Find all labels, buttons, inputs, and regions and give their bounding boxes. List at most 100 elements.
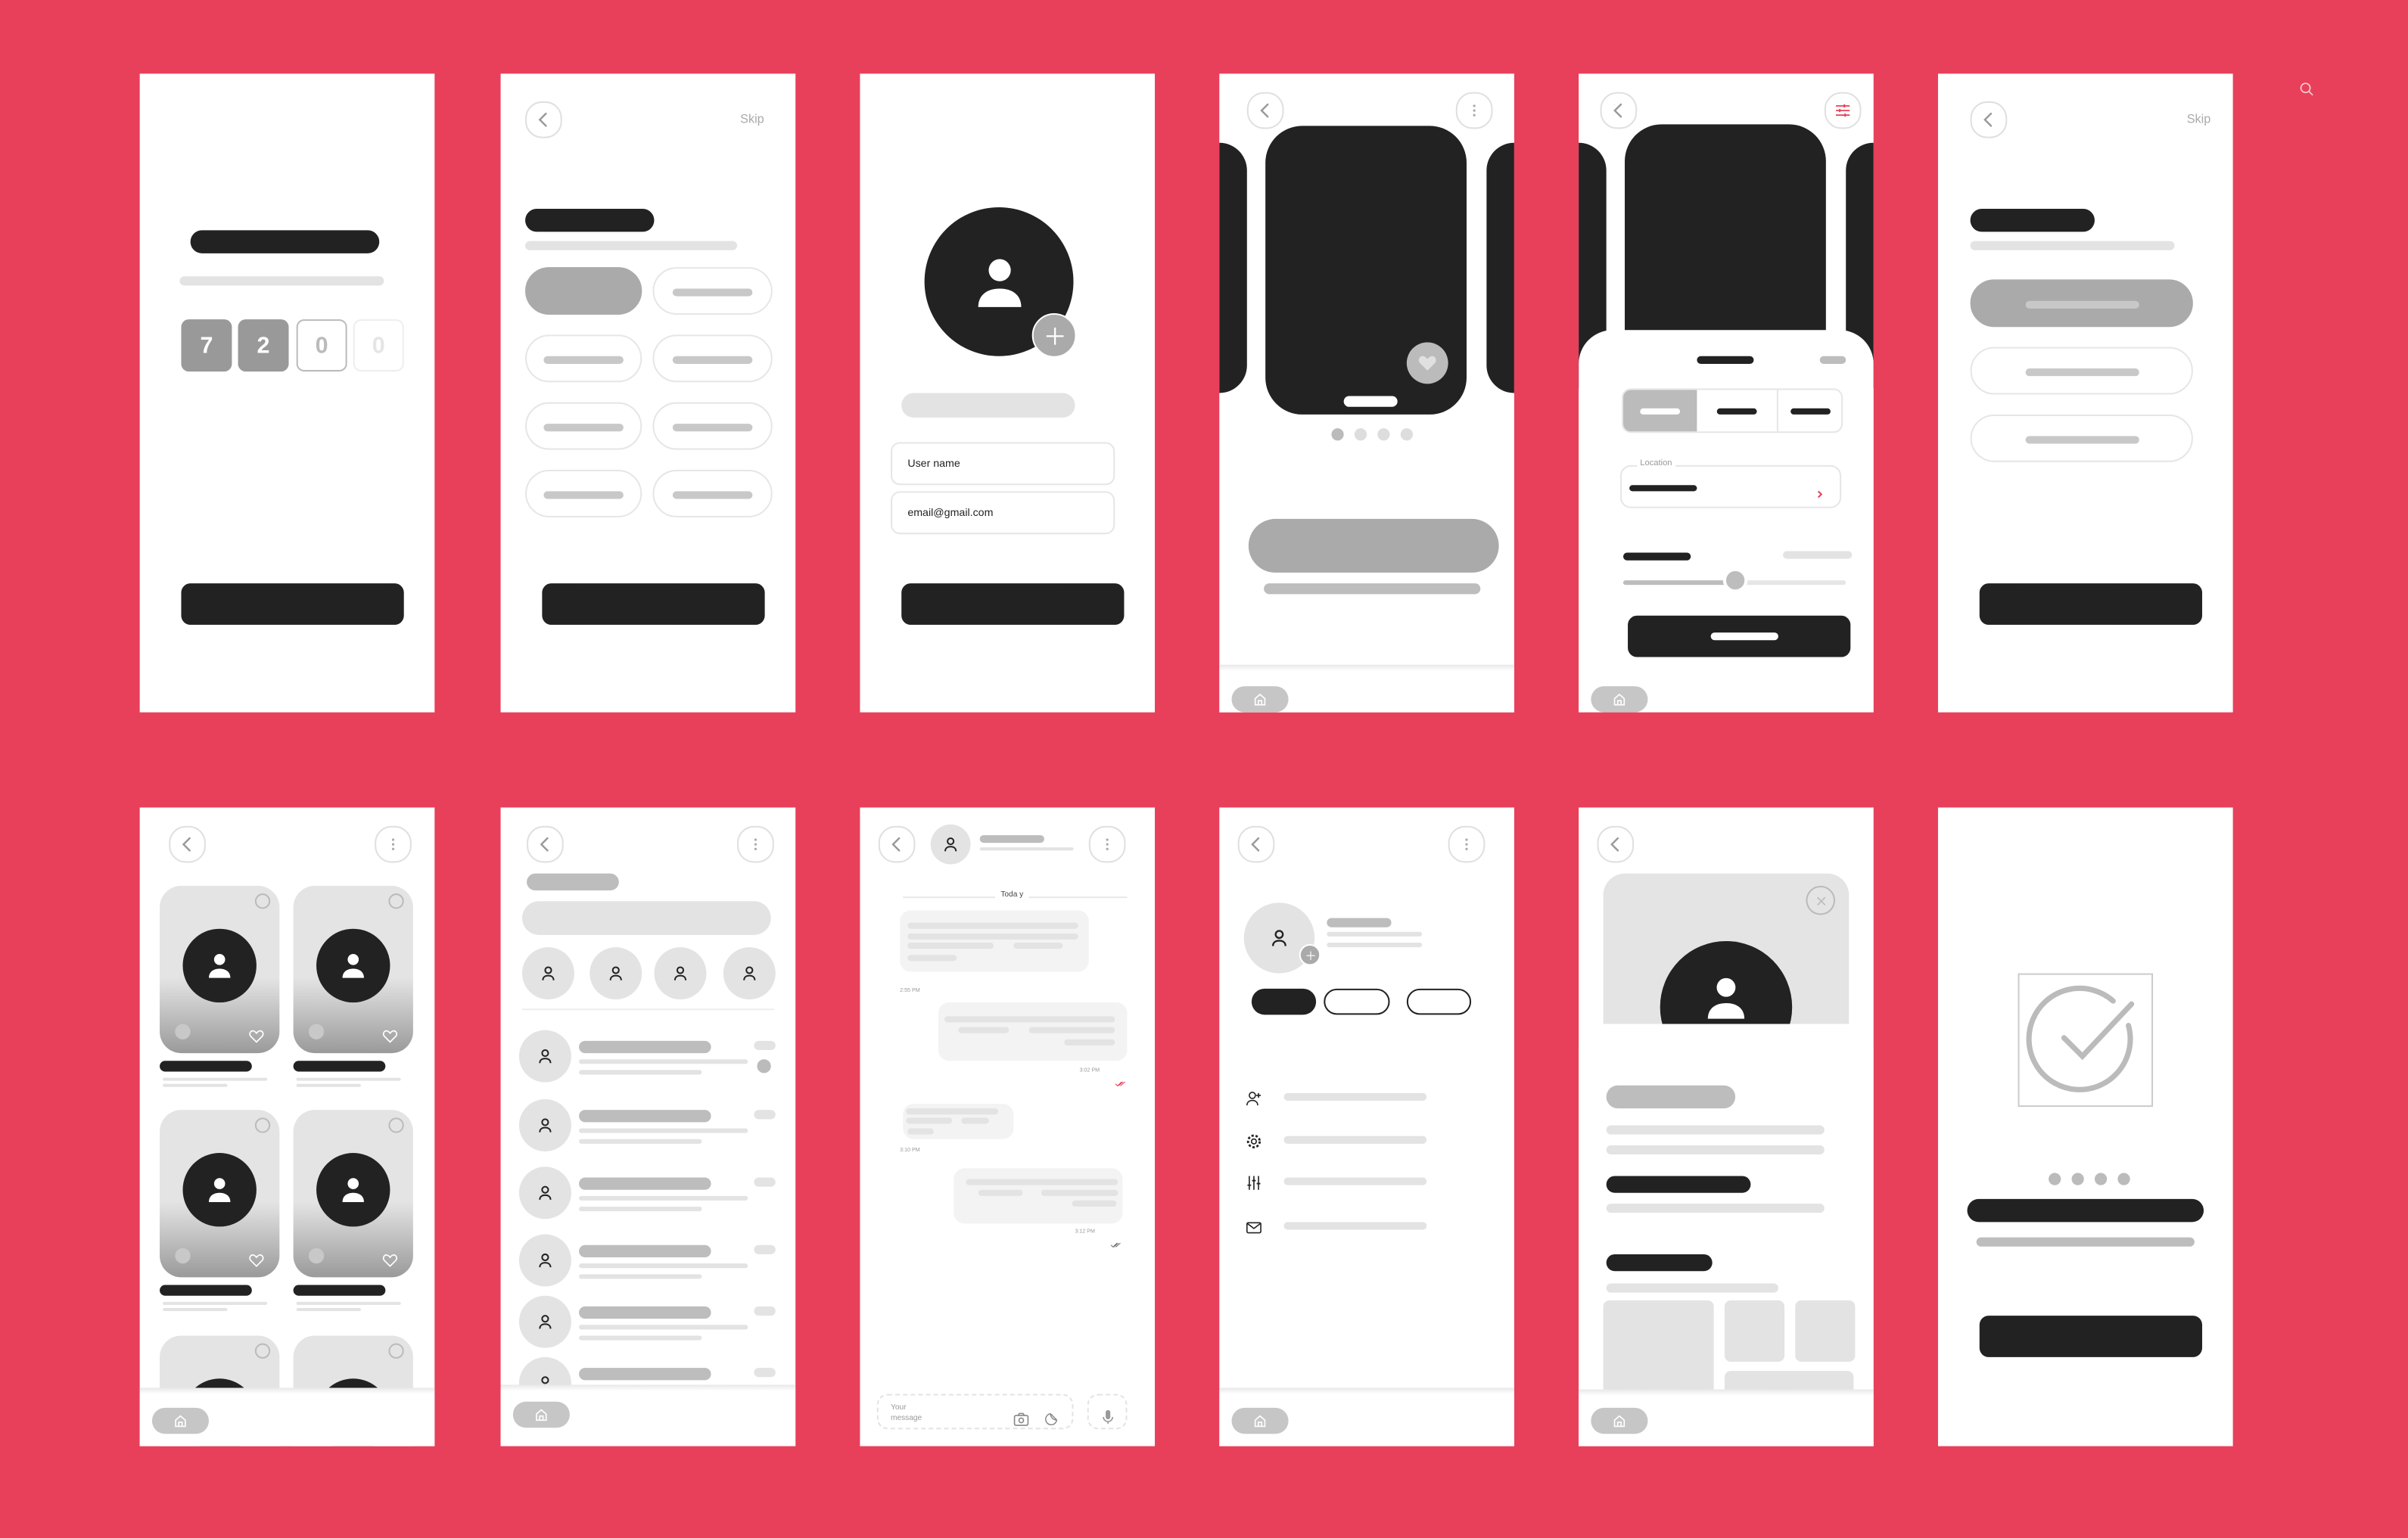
select-indicator[interactable] xyxy=(254,1117,271,1133)
story-avatar[interactable] xyxy=(654,947,707,1000)
tab-pill[interactable] xyxy=(1406,988,1472,1015)
segment-3[interactable] xyxy=(1778,390,1841,431)
search-icon[interactable] xyxy=(2299,76,2314,96)
interest-chip[interactable] xyxy=(525,402,642,450)
settings-item[interactable] xyxy=(1219,1216,1514,1234)
match-card[interactable] xyxy=(160,1110,280,1278)
email-field[interactable]: email@gmail.com xyxy=(890,491,1115,535)
more-button[interactable] xyxy=(1088,825,1126,863)
segment-1[interactable] xyxy=(1622,390,1697,432)
page-dot[interactable] xyxy=(2071,1173,2084,1185)
home-tab[interactable] xyxy=(1231,1407,1289,1434)
match-card[interactable] xyxy=(160,885,280,1054)
option[interactable] xyxy=(1970,414,2193,462)
page-dot[interactable] xyxy=(1400,428,1413,441)
back-button[interactable] xyxy=(1600,92,1638,129)
page-dot[interactable] xyxy=(1377,428,1390,441)
slider-thumb[interactable] xyxy=(1722,567,1747,593)
voice-button[interactable] xyxy=(1087,1394,1128,1430)
conversation-row[interactable] xyxy=(501,1234,796,1296)
search-input[interactable] xyxy=(521,901,771,935)
match-card[interactable] xyxy=(293,1110,413,1278)
conversation-row[interactable] xyxy=(501,1098,796,1160)
conversation-row[interactable] xyxy=(501,1167,796,1228)
select-indicator[interactable] xyxy=(388,1343,404,1359)
back-button[interactable] xyxy=(1237,825,1275,863)
close-button[interactable] xyxy=(1806,885,1836,915)
interest-chip[interactable] xyxy=(652,402,773,450)
camera-icon[interactable] xyxy=(1013,1406,1029,1426)
code-digit-2[interactable]: 2 xyxy=(238,319,289,372)
continue-button[interactable] xyxy=(901,583,1125,625)
heart-icon[interactable] xyxy=(249,1024,264,1043)
continue-button[interactable] xyxy=(542,583,765,625)
page-dot[interactable] xyxy=(2117,1173,2130,1185)
info-button[interactable] xyxy=(308,1024,325,1039)
select-indicator[interactable] xyxy=(254,1343,271,1359)
back-button[interactable] xyxy=(1597,825,1635,863)
back-button[interactable] xyxy=(169,825,206,863)
home-tab[interactable] xyxy=(151,1407,209,1434)
code-digit-4[interactable]: 0 xyxy=(353,319,404,372)
message-input[interactable]: Your message xyxy=(876,1394,1074,1430)
continue-button[interactable] xyxy=(1979,583,2203,625)
gallery-photo[interactable] xyxy=(1724,1300,1785,1362)
gallery-photo[interactable] xyxy=(1795,1300,1856,1362)
home-tab[interactable] xyxy=(512,1401,570,1428)
home-tab[interactable] xyxy=(1231,686,1289,713)
story-avatar[interactable] xyxy=(723,947,776,1000)
back-button[interactable] xyxy=(527,825,564,863)
distance-slider[interactable] xyxy=(1622,567,1846,593)
heart-icon[interactable] xyxy=(249,1248,264,1267)
code-digit-1[interactable]: 7 xyxy=(181,319,232,372)
settings-item[interactable] xyxy=(1219,1087,1514,1106)
story-avatar[interactable] xyxy=(590,947,642,1000)
location-field[interactable] xyxy=(1619,465,1842,508)
page-dot[interactable] xyxy=(2049,1173,2061,1185)
segment-2[interactable] xyxy=(1697,390,1778,432)
conversation-row[interactable] xyxy=(501,1295,796,1357)
option-selected[interactable] xyxy=(1970,279,2193,328)
reset-placeholder[interactable] xyxy=(1819,356,1846,364)
option[interactable] xyxy=(1970,346,2193,395)
more-button[interactable] xyxy=(1455,92,1493,129)
heart-icon[interactable] xyxy=(382,1024,397,1043)
more-button[interactable] xyxy=(375,825,412,863)
home-tab[interactable] xyxy=(1591,686,1648,713)
continue-button[interactable] xyxy=(1979,1316,2203,1357)
story-avatar[interactable] xyxy=(521,947,574,1000)
filter-button[interactable] xyxy=(1824,92,1862,129)
apply-button[interactable] xyxy=(1628,615,1851,657)
like-button[interactable] xyxy=(1406,342,1448,384)
username-field[interactable]: User name xyxy=(890,442,1115,486)
info-button[interactable] xyxy=(175,1247,191,1264)
select-indicator[interactable] xyxy=(254,893,271,909)
info-button[interactable] xyxy=(308,1247,325,1264)
heart-icon[interactable] xyxy=(382,1248,397,1267)
interest-chip[interactable] xyxy=(652,267,773,315)
interest-chip[interactable] xyxy=(652,334,773,383)
skip-link[interactable]: Skip xyxy=(2187,112,2211,126)
code-digit-3[interactable]: 0 xyxy=(296,319,347,372)
select-indicator[interactable] xyxy=(388,1117,404,1133)
back-button[interactable] xyxy=(1970,101,2008,138)
back-button[interactable] xyxy=(525,101,562,138)
interest-chip[interactable] xyxy=(652,469,773,517)
info-button[interactable] xyxy=(175,1024,191,1039)
primary-action-button[interactable] xyxy=(1248,518,1499,573)
interest-chip[interactable] xyxy=(525,334,642,383)
tab-pill[interactable] xyxy=(1324,988,1390,1015)
continue-button[interactable] xyxy=(181,583,404,625)
back-button[interactable] xyxy=(1246,92,1284,129)
home-tab[interactable] xyxy=(1591,1407,1648,1434)
interest-chip[interactable] xyxy=(525,469,642,517)
tab-pill-active[interactable] xyxy=(1251,988,1317,1015)
sticker-icon[interactable] xyxy=(1044,1406,1058,1426)
add-photo-button[interactable] xyxy=(1031,312,1077,358)
interest-chip[interactable] xyxy=(525,267,642,315)
match-card[interactable] xyxy=(293,885,413,1054)
select-indicator[interactable] xyxy=(388,893,404,909)
more-button[interactable] xyxy=(737,825,774,863)
contact-avatar[interactable] xyxy=(930,824,971,865)
more-button[interactable] xyxy=(1448,825,1486,863)
